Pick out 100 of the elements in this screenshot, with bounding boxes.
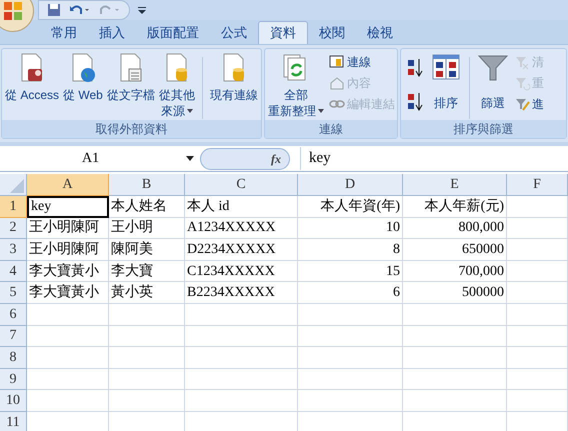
row-header[interactable]: 5 xyxy=(0,282,27,304)
table-cell[interactable]: 8 xyxy=(298,239,403,261)
table-cell[interactable]: 700,000 xyxy=(403,260,507,282)
undo-icon[interactable] xyxy=(69,3,91,17)
redo-icon[interactable] xyxy=(99,3,121,17)
ribbon-tab[interactable]: 插入 xyxy=(88,21,136,44)
table-cell[interactable]: 李大寶黃小 xyxy=(27,260,109,282)
column-header[interactable]: A xyxy=(27,174,109,196)
ribbon-button[interactable]: 現有連線 xyxy=(208,51,259,103)
ribbon-button[interactable]: 篩選 xyxy=(476,51,510,111)
table-cell[interactable]: A1234XXXXX xyxy=(185,218,298,240)
name-box[interactable]: A1 xyxy=(0,146,200,170)
ribbon-tab[interactable]: 檢視 xyxy=(356,21,404,44)
row-header[interactable]: 8 xyxy=(0,347,27,369)
empty-cell[interactable] xyxy=(298,368,403,390)
empty-cell[interactable] xyxy=(403,326,507,348)
table-cell[interactable]: B2234XXXXX xyxy=(185,282,298,304)
empty-cell[interactable] xyxy=(298,390,403,412)
empty-cell[interactable] xyxy=(109,368,185,390)
empty-cell[interactable] xyxy=(185,304,298,326)
table-cell[interactable]: 本人姓名 xyxy=(109,196,185,218)
table-cell[interactable]: 本人 id xyxy=(185,196,298,218)
empty-cell[interactable] xyxy=(507,196,568,218)
formula-input[interactable]: key xyxy=(300,147,568,170)
row-header[interactable]: 10 xyxy=(0,390,27,412)
active-cell[interactable]: key xyxy=(27,196,109,218)
insert-function-button[interactable]: fx xyxy=(271,150,281,168)
table-cell[interactable]: 王小明 xyxy=(109,218,185,240)
empty-cell[interactable] xyxy=(298,326,403,348)
ribbon-tab[interactable]: 版面配置 xyxy=(136,21,210,44)
ribbon-button[interactable]: 從其他 來源 xyxy=(158,51,196,119)
empty-cell[interactable] xyxy=(403,368,507,390)
table-cell[interactable]: 王小明陳阿 xyxy=(27,239,109,261)
empty-cell[interactable] xyxy=(298,347,403,369)
empty-cell[interactable] xyxy=(109,304,185,326)
table-cell[interactable]: 李大寶黃小 xyxy=(27,282,109,304)
ribbon-button[interactable]: 從 Access xyxy=(4,51,60,103)
row-header[interactable]: 3 xyxy=(0,239,27,261)
save-icon[interactable] xyxy=(47,3,61,17)
ribbon-tab[interactable]: 公式 xyxy=(210,21,258,44)
empty-cell[interactable] xyxy=(403,304,507,326)
row-header[interactable]: 7 xyxy=(0,326,27,348)
ribbon-group-label: 連線 xyxy=(264,120,397,138)
empty-cell[interactable] xyxy=(507,347,568,369)
row-header[interactable]: 11 xyxy=(0,412,27,431)
empty-cell[interactable] xyxy=(507,368,568,390)
ribbon-small-button[interactable]: 進 xyxy=(514,95,544,113)
ribbon-button[interactable]: 從 Web xyxy=(62,51,104,103)
table-cell[interactable]: 李大寶 xyxy=(109,260,185,282)
empty-cell[interactable] xyxy=(507,304,568,326)
select-all-corner[interactable] xyxy=(0,174,27,196)
ribbon-button[interactable]: 全部 重新整理 xyxy=(266,51,325,119)
table-cell[interactable]: 500000 xyxy=(403,282,507,304)
ribbon-button[interactable]: 從文字檔 xyxy=(106,51,156,103)
table-cell[interactable]: 800,000 xyxy=(403,218,507,240)
empty-cell[interactable] xyxy=(507,239,568,261)
empty-cell[interactable] xyxy=(185,326,298,348)
table-cell[interactable]: 15 xyxy=(298,260,403,282)
table-cell[interactable]: 6 xyxy=(298,282,403,304)
empty-cell[interactable] xyxy=(109,390,185,412)
empty-cell[interactable] xyxy=(507,260,568,282)
ribbon-tab[interactable]: 校閱 xyxy=(308,21,356,44)
empty-cell[interactable] xyxy=(403,390,507,412)
table-cell[interactable]: 陳阿美 xyxy=(109,239,185,261)
table-cell[interactable]: 王小明陳阿 xyxy=(27,218,109,240)
ribbon-small-button[interactable]: 連線 xyxy=(328,53,395,71)
ribbon-tab[interactable]: 常用 xyxy=(40,21,88,44)
empty-cell[interactable] xyxy=(298,304,403,326)
empty-cell[interactable] xyxy=(185,390,298,412)
formula-bar-divider-handle[interactable]: fx xyxy=(200,148,290,170)
table-cell[interactable]: D2234XXXXX xyxy=(185,239,298,261)
empty-cell[interactable] xyxy=(507,218,568,240)
ribbon-tab[interactable]: 資料 xyxy=(258,21,308,44)
table-cell[interactable]: C1234XXXXX xyxy=(185,260,298,282)
row-header[interactable]: 9 xyxy=(0,368,27,390)
table-cell[interactable]: 本人年薪(元) xyxy=(403,196,507,218)
empty-cell[interactable] xyxy=(507,282,568,304)
column-header[interactable]: D xyxy=(298,174,403,196)
funnel-reapply-icon xyxy=(514,75,530,91)
table-cell[interactable]: 黃小英 xyxy=(109,282,185,304)
column-header[interactable]: B xyxy=(109,174,185,196)
empty-cell[interactable] xyxy=(185,368,298,390)
row-header[interactable]: 6 xyxy=(0,304,27,326)
table-cell[interactable]: 10 xyxy=(298,218,403,240)
table-cell[interactable]: 本人年資(年) xyxy=(298,196,403,218)
empty-cell[interactable] xyxy=(507,390,568,412)
empty-cell[interactable] xyxy=(109,326,185,348)
customize-menu-icon[interactable] xyxy=(138,6,146,14)
table-cell[interactable]: 650000 xyxy=(403,239,507,261)
empty-cell[interactable] xyxy=(109,347,185,369)
ribbon-button[interactable]: 排序 xyxy=(428,51,463,111)
row-header[interactable]: 1 xyxy=(0,196,27,218)
empty-cell[interactable] xyxy=(185,347,298,369)
empty-cell[interactable] xyxy=(403,347,507,369)
row-header[interactable]: 4 xyxy=(0,260,27,282)
column-header[interactable]: C xyxy=(185,174,298,196)
empty-cell[interactable] xyxy=(507,326,568,348)
column-header[interactable]: F xyxy=(507,174,568,196)
row-header[interactable]: 2 xyxy=(0,218,27,240)
column-header[interactable]: E xyxy=(403,174,507,196)
